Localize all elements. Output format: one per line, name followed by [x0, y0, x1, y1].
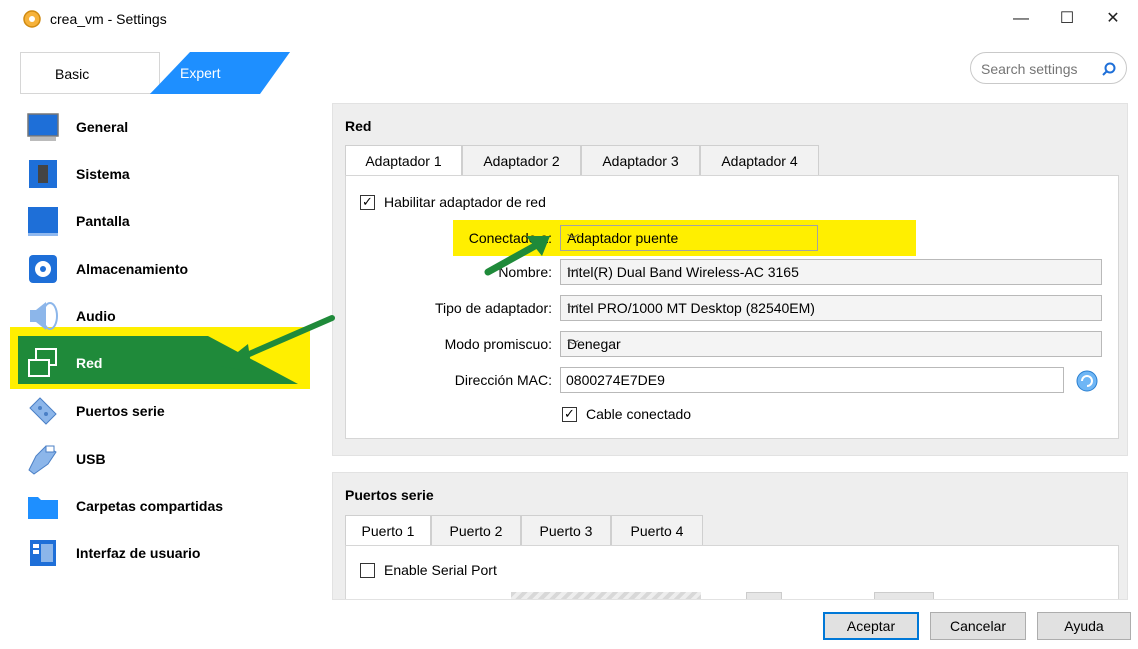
sidebar-label-general: General [76, 119, 129, 135]
sidebar-item-almacenamiento[interactable]: Almacenamiento [8, 246, 326, 290]
usb-icon [28, 445, 57, 475]
title-bar: crea_vm - Settings — ☐ ✕ [0, 0, 1138, 38]
sidebar-item-carpetas-compartidas[interactable]: Carpetas compartidas [8, 483, 326, 527]
network-panel-title: Red [345, 118, 372, 134]
adapter-tabs: Adaptador 1 Adaptador 2 Adaptador 3 Adap… [345, 145, 825, 176]
disabled-io-field [874, 592, 934, 599]
cancel-button[interactable]: Cancelar [930, 612, 1026, 640]
search-settings[interactable] [970, 52, 1127, 84]
enable-adapter-label: Habilitar adaptador de red [384, 194, 546, 210]
mac-address-label: Dirección MAC: [454, 372, 552, 388]
sidebar-label-red: Red [76, 355, 103, 371]
mac-address-input[interactable] [566, 371, 1046, 389]
sidebar-label-sistema: Sistema [76, 166, 130, 182]
tab-adaptador-1[interactable]: Adaptador 1 [345, 145, 462, 176]
name-select[interactable]: Intel(R) Dual Band Wireless-AC 3165 ﹀ [560, 259, 1102, 285]
serial-ports-panel: Puertos serie Puerto 1 Puerto 2 Puerto 3… [332, 472, 1128, 600]
check-mark-icon: ✓ [564, 406, 575, 421]
sidebar-item-puertos-serie[interactable]: Puertos serie [8, 388, 326, 432]
ok-button-label: Aceptar [846, 618, 896, 634]
sidebar-label-almacenamiento: Almacenamiento [76, 261, 189, 277]
network-panel: Red Adaptador 1 Adaptador 2 Adaptador 3 … [332, 103, 1128, 456]
tab-label-puerto-3: Puerto 3 [539, 523, 593, 539]
cable-connected-checkbox[interactable]: ✓ [562, 406, 577, 422]
help-button[interactable]: Ayuda [1037, 612, 1131, 640]
sidebar-item-general[interactable]: General [8, 104, 326, 148]
window-title: crea_vm - Settings [50, 11, 167, 27]
storage-disk-icon [29, 255, 57, 283]
tab-adaptador-2[interactable]: Adaptador 2 [462, 145, 581, 175]
green-arrow-annotation [484, 236, 550, 276]
system-chip-icon [29, 160, 57, 188]
cancel-button-label: Cancelar [949, 618, 1007, 634]
tab-puerto-3[interactable]: Puerto 3 [521, 515, 611, 545]
tab-label-adaptador-1: Adaptador 1 [365, 153, 442, 169]
tab-adaptador-4[interactable]: Adaptador 4 [700, 145, 819, 175]
disabled-irq-field [746, 592, 782, 599]
sidebar-label-pantalla: Pantalla [76, 213, 130, 229]
chevron-down-icon: ﹀ [567, 303, 580, 317]
tab-label-puerto-1: Puerto 1 [361, 523, 415, 539]
serial-port-icon [29, 397, 57, 425]
tab-label-puerto-4: Puerto 4 [630, 523, 684, 539]
tab-puerto-1[interactable]: Puerto 1 [345, 515, 431, 546]
promiscuous-mode-label: Modo promiscuo: [444, 336, 552, 352]
network-icon [28, 348, 57, 377]
serial-tab-body: Enable Serial Port [345, 545, 1119, 599]
sidebar-item-sistema[interactable]: Sistema [8, 151, 326, 195]
mac-address-field[interactable] [560, 367, 1064, 393]
sidebar-item-usb[interactable]: USB [8, 436, 326, 480]
general-monitor-icon [27, 113, 59, 141]
adapter-type-select[interactable]: Intel PRO/1000 MT Desktop (82540EM) ﹀ [560, 295, 1102, 321]
expert-mode-tab[interactable]: Expert [120, 52, 290, 94]
tab-label-adaptador-3: Adaptador 3 [602, 153, 679, 169]
tab-puerto-4[interactable]: Puerto 4 [611, 515, 703, 545]
search-icon [1102, 62, 1116, 76]
sidebar-label-interfaz-de-usuario: Interfaz de usuario [76, 545, 201, 561]
app-gear-icon [23, 10, 41, 28]
mode-tabs: Basic Expert [20, 52, 290, 94]
display-monitor-icon [28, 207, 58, 236]
sidebar-label-audio: Audio [76, 308, 116, 324]
serial-port-tabs: Puerto 1 Puerto 2 Puerto 3 Puerto 4 [345, 515, 725, 546]
minimize-button[interactable]: — [998, 4, 1044, 34]
adapter-tab-body: ✓ Habilitar adaptador de red Conectado a… [345, 175, 1119, 439]
tab-puerto-2[interactable]: Puerto 2 [431, 515, 521, 545]
expert-mode-label: Expert [180, 65, 221, 81]
sidebar-label-carpetas-compartidas: Carpetas compartidas [76, 498, 224, 514]
ok-button[interactable]: Aceptar [823, 612, 919, 640]
sidebar-item-interfaz-de-usuario[interactable]: Interfaz de usuario [8, 530, 326, 574]
check-mark-icon: ✓ [362, 194, 373, 209]
green-arrow-annotation-sidebar [220, 315, 335, 372]
chevron-down-icon: ﹀ [567, 339, 580, 353]
tab-label-adaptador-4: Adaptador 4 [721, 153, 798, 169]
enable-serial-port-label: Enable Serial Port [384, 562, 497, 578]
refresh-mac-icon[interactable] [1076, 370, 1098, 392]
cable-connected-label: Cable conectado [586, 406, 692, 422]
speaker-icon [30, 302, 58, 330]
tab-label-adaptador-2: Adaptador 2 [483, 153, 560, 169]
sidebar-item-pantalla[interactable]: Pantalla [8, 198, 326, 242]
tab-adaptador-3[interactable]: Adaptador 3 [581, 145, 700, 175]
sidebar-label-usb: USB [76, 451, 106, 467]
search-input[interactable] [981, 59, 1099, 79]
tab-label-puerto-2: Puerto 2 [449, 523, 503, 539]
basic-mode-label: Basic [55, 66, 90, 82]
close-button[interactable]: ✕ [1090, 4, 1136, 34]
maximize-button[interactable]: ☐ [1044, 4, 1090, 34]
folder-icon [28, 497, 58, 519]
adapter-type-label: Tipo de adaptador: [434, 300, 552, 316]
chevron-down-icon: ﹀ [567, 233, 580, 247]
serial-panel-title: Puertos serie [345, 487, 434, 503]
disabled-port-field [511, 592, 701, 599]
enable-serial-port-checkbox[interactable] [360, 563, 375, 578]
enable-adapter-checkbox[interactable]: ✓ [360, 194, 375, 210]
chevron-down-icon: ﹀ [567, 267, 580, 281]
sidebar-label-puertos-serie: Puertos serie [76, 403, 165, 419]
help-button-label: Ayuda [1064, 618, 1104, 634]
user-interface-icon [30, 540, 56, 566]
promiscuous-mode-select[interactable]: Denegar ﹀ [560, 331, 1102, 357]
attached-to-select[interactable]: Adaptador puente ﹀ [560, 225, 818, 251]
